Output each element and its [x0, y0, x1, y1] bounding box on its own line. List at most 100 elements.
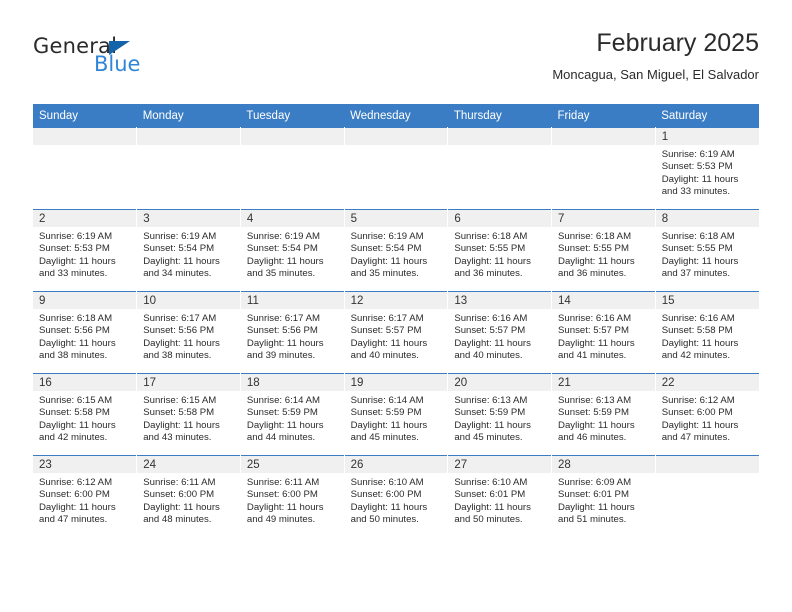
calendar-day-cell[interactable]: 16 Sunrise: 6:15 AM Sunset: 5:58 PM Dayligh… — [33, 373, 138, 456]
calendar-day-cell[interactable]: 26 Sunrise: 6:10 AM Sunset: 6:00 PM Dayligh… — [344, 455, 449, 537]
day-details: Sunrise: 6:17 AM Sunset: 5:56 PM Daylight:… — [137, 309, 240, 363]
sunset-text: Sunset: 5:58 PM — [39, 407, 110, 419]
sunset-text: Sunset: 5:56 PM — [246, 325, 318, 337]
day-number: 4 — [240, 210, 344, 227]
day-number: 6 — [448, 210, 552, 227]
sunrise-text: Sunrise: 6:19 AM — [350, 231, 424, 242]
calendar-day-cell[interactable]: 23 Sunrise: 6:12 AM Sunset: 6:00 PM Dayligh… — [33, 455, 138, 537]
day-details: Sunrise: 6:17 AM Sunset: 5:57 PM Daylight:… — [345, 309, 448, 363]
calendar-day-cell[interactable]: 2 Sunrise: 6:19 AM Sunset: 5:53 PM Daylight… — [33, 209, 138, 292]
sunrise-text: Sunrise: 6:19 AM — [661, 149, 735, 160]
calendar-day-cell[interactable]: 28 Sunrise: 6:09 AM Sunset: 6:01 PM Dayligh… — [551, 455, 656, 537]
sunset-text: Sunset: 5:56 PM — [143, 325, 215, 337]
day-number: 3 — [137, 210, 240, 227]
sunrise-text: Sunrise: 6:19 AM — [246, 231, 320, 242]
calendar-day-cell[interactable]: 17 Sunrise: 6:15 AM Sunset: 5:58 PM Dayligh… — [136, 373, 241, 456]
sunset-text: Sunset: 5:59 PM — [454, 407, 526, 419]
calendar-day-cell[interactable]: 8 Sunrise: 6:18 AM Sunset: 5:55 PM Daylight… — [655, 209, 759, 292]
sunrise-text: Sunrise: 6:12 AM — [39, 477, 113, 488]
calendar-day-cell[interactable]: 18 Sunrise: 6:14 AM Sunset: 5:59 PM Dayligh… — [240, 373, 345, 456]
calendar-day-cell[interactable]: 14 Sunrise: 6:16 AM Sunset: 5:57 PM Dayligh… — [551, 291, 656, 374]
daylight-text: Daylight: 11 hours and 39 minutes. — [246, 337, 324, 362]
calendar-week-row: 1 Sunrise: 6:19 AM Sunset: 5:53 PM Daylight… — [33, 127, 759, 210]
day-number: 21 — [552, 374, 655, 391]
calendar-day-cell[interactable]: 6 Sunrise: 6:18 AM Sunset: 5:55 PM Daylight… — [447, 209, 553, 292]
calendar-day-cell[interactable]: 15 Sunrise: 6:16 AM Sunset: 5:58 PM Dayligh… — [655, 291, 759, 374]
daylight-text: Daylight: 11 hours and 34 minutes. — [143, 255, 220, 280]
day-details: Sunrise: 6:18 AM Sunset: 5:55 PM Daylight:… — [448, 227, 551, 281]
daylight-text: Daylight: 11 hours and 50 minutes. — [350, 501, 428, 526]
calendar-day-cell[interactable]: 19 Sunrise: 6:14 AM Sunset: 5:59 PM Dayligh… — [344, 373, 449, 456]
sunset-text: Sunset: 5:57 PM — [350, 325, 422, 337]
day-number: 13 — [448, 292, 552, 309]
day-details: Sunrise: 6:19 AM Sunset: 5:53 PM Daylight:… — [33, 227, 136, 281]
calendar-day-cell[interactable]: 24 Sunrise: 6:11 AM Sunset: 6:00 PM Dayligh… — [136, 455, 241, 537]
sunrise-text: Sunrise: 6:18 AM — [558, 231, 632, 242]
generalblue-logo[interactable]: General Blue — [33, 34, 253, 90]
day-number: 2 — [33, 210, 137, 227]
calendar-day-cell[interactable]: 1 Sunrise: 6:19 AM Sunset: 5:53 PM Daylight… — [655, 127, 759, 210]
day-number: 15 — [655, 292, 759, 309]
day-number: 27 — [448, 456, 552, 473]
day-details: Sunrise: 6:10 AM Sunset: 6:01 PM Daylight:… — [448, 473, 551, 527]
weekday-header-thursday: Thursday — [447, 104, 552, 128]
day-details: Sunrise: 6:19 AM Sunset: 5:53 PM Daylight:… — [656, 145, 759, 199]
logo-text-blue: Blue — [94, 52, 141, 76]
calendar-day-cell[interactable]: 27 Sunrise: 6:10 AM Sunset: 6:01 PM Dayligh… — [447, 455, 553, 537]
daylight-text: Daylight: 11 hours and 38 minutes. — [39, 337, 116, 362]
sunset-text: Sunset: 5:59 PM — [246, 407, 318, 419]
calendar-week-row: 16 Sunrise: 6:15 AM Sunset: 5:58 PM Dayligh… — [33, 373, 759, 456]
calendar-day-cell[interactable]: 20 Sunrise: 6:13 AM Sunset: 5:59 PM Dayligh… — [447, 373, 553, 456]
daylight-text: Daylight: 11 hours and 40 minutes. — [350, 337, 428, 362]
day-number: 19 — [344, 374, 448, 391]
day-number — [344, 128, 448, 145]
calendar-day-cell[interactable]: 9 Sunrise: 6:18 AM Sunset: 5:56 PM Daylight… — [33, 291, 138, 374]
day-number — [137, 128, 240, 145]
daylight-text: Daylight: 11 hours and 49 minutes. — [246, 501, 324, 526]
calendar-day-cell[interactable]: 25 Sunrise: 6:11 AM Sunset: 6:00 PM Dayligh… — [240, 455, 345, 537]
calendar-day-cell[interactable]: 21 Sunrise: 6:13 AM Sunset: 5:59 PM Dayligh… — [551, 373, 656, 456]
day-number: 10 — [137, 292, 240, 309]
sunrise-text: Sunrise: 6:18 AM — [39, 313, 113, 324]
day-number — [655, 456, 759, 473]
calendar-day-cell[interactable]: 3 Sunrise: 6:19 AM Sunset: 5:54 PM Daylight… — [136, 209, 241, 292]
weekday-header-tuesday: Tuesday — [240, 104, 345, 128]
sunrise-text: Sunrise: 6:12 AM — [661, 395, 735, 406]
sunset-text: Sunset: 6:00 PM — [39, 489, 110, 501]
calendar-day-cell[interactable]: 5 Sunrise: 6:19 AM Sunset: 5:54 PM Daylight… — [344, 209, 449, 292]
sunset-text: Sunset: 5:54 PM — [246, 243, 318, 255]
weekday-header-sunday: Sunday — [33, 104, 137, 128]
sunset-text: Sunset: 6:01 PM — [558, 489, 629, 501]
calendar-grid: Sunday Monday Tuesday Wednesday Thursday… — [33, 104, 759, 537]
daylight-text: Daylight: 11 hours and 33 minutes. — [39, 255, 116, 280]
calendar-day-cell[interactable]: 10 Sunrise: 6:17 AM Sunset: 5:56 PM Dayligh… — [136, 291, 241, 374]
sunset-text: Sunset: 6:00 PM — [661, 407, 733, 419]
weekday-header-monday: Monday — [136, 104, 241, 128]
calendar-day-cell[interactable]: 22 Sunrise: 6:12 AM Sunset: 6:00 PM Dayligh… — [655, 373, 759, 456]
day-details: Sunrise: 6:19 AM Sunset: 5:54 PM Daylight:… — [241, 227, 344, 281]
sunset-text: Sunset: 5:54 PM — [143, 243, 215, 255]
calendar-page: General Blue February 2025 Moncagua, San… — [0, 0, 792, 612]
calendar-day-cell[interactable]: 11 Sunrise: 6:17 AM Sunset: 5:56 PM Dayligh… — [240, 291, 345, 374]
calendar-day-cell[interactable]: 4 Sunrise: 6:19 AM Sunset: 5:54 PM Daylight… — [240, 209, 345, 292]
calendar-day-cell[interactable]: 12 Sunrise: 6:17 AM Sunset: 5:57 PM Dayligh… — [344, 291, 449, 374]
day-details: Sunrise: 6:15 AM Sunset: 5:58 PM Daylight:… — [33, 391, 136, 445]
daylight-text: Daylight: 11 hours and 50 minutes. — [454, 501, 531, 526]
sunrise-text: Sunrise: 6:16 AM — [661, 313, 735, 324]
calendar-week-row: 2 Sunrise: 6:19 AM Sunset: 5:53 PM Daylight… — [33, 209, 759, 292]
calendar-week-row: 9 Sunrise: 6:18 AM Sunset: 5:56 PM Daylight… — [33, 291, 759, 374]
sunrise-text: Sunrise: 6:13 AM — [558, 395, 632, 406]
sunrise-text: Sunrise: 6:17 AM — [143, 313, 217, 324]
day-details: Sunrise: 6:18 AM Sunset: 5:55 PM Daylight:… — [552, 227, 655, 281]
day-number: 14 — [552, 292, 655, 309]
calendar-day-cell[interactable]: 13 Sunrise: 6:16 AM Sunset: 5:57 PM Dayligh… — [447, 291, 553, 374]
daylight-text: Daylight: 11 hours and 35 minutes. — [246, 255, 324, 280]
day-number: 25 — [240, 456, 344, 473]
weekday-header-saturday: Saturday — [655, 104, 759, 128]
day-details: Sunrise: 6:16 AM Sunset: 5:58 PM Daylight:… — [656, 309, 759, 363]
sunset-text: Sunset: 6:00 PM — [143, 489, 215, 501]
sunset-text: Sunset: 5:56 PM — [39, 325, 110, 337]
calendar-day-cell[interactable]: 7 Sunrise: 6:18 AM Sunset: 5:55 PM Daylight… — [551, 209, 656, 292]
daylight-text: Daylight: 11 hours and 41 minutes. — [558, 337, 635, 362]
sunrise-text: Sunrise: 6:10 AM — [350, 477, 424, 488]
